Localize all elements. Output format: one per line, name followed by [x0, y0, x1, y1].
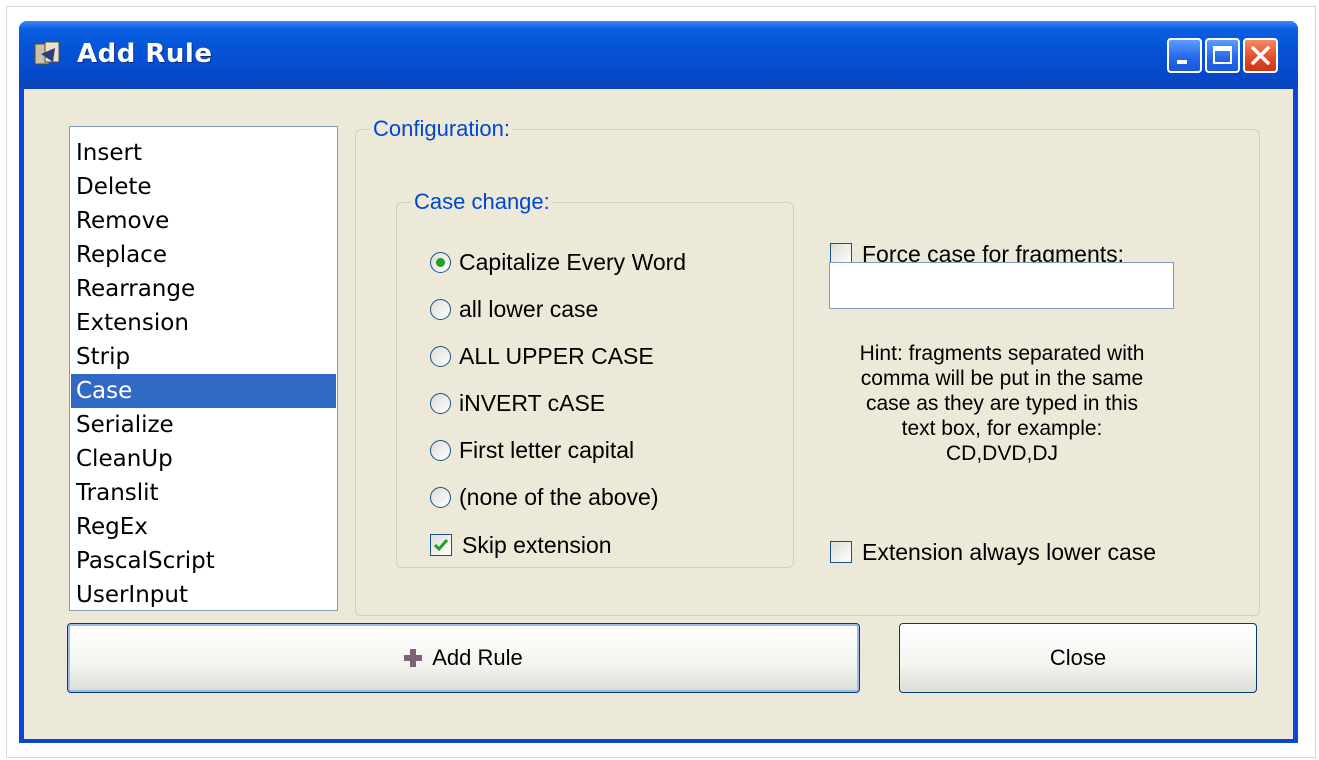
case-option-label: iNVERT cASE: [459, 389, 606, 416]
case-option-label: ALL UPPER CASE: [459, 342, 654, 369]
list-item-case[interactable]: Case: [71, 374, 336, 408]
case-option-row[interactable]: First letter capital: [430, 435, 634, 465]
hint-line: text box, for example:: [901, 417, 1103, 440]
add-rule-window: Add Rule Insert Delete Remove Replace Rearra…: [19, 21, 1298, 743]
list-item-cleanup[interactable]: CleanUp: [71, 442, 336, 476]
radio-button[interactable]: [430, 486, 451, 508]
minimize-button[interactable]: [1167, 38, 1202, 73]
radio-dot-icon: [436, 257, 445, 267]
radio-button[interactable]: [430, 392, 451, 414]
list-item-regex[interactable]: RegEx: [71, 510, 336, 544]
close-window-button[interactable]: [1243, 38, 1278, 73]
case-option-label: all lower case: [459, 295, 599, 322]
case-option-label: First letter capital: [459, 436, 635, 463]
list-item-delete[interactable]: Delete: [71, 170, 336, 204]
plus-icon: [404, 649, 423, 667]
window-title: Add Rule: [77, 39, 213, 69]
add-rule-label: Add Rule: [432, 645, 523, 670]
list-item-rearrange[interactable]: Rearrange: [71, 272, 336, 306]
case-change-legend: Case change:: [411, 189, 553, 215]
list-item-userinput[interactable]: UserInput: [71, 578, 336, 612]
close-icon: [1251, 46, 1270, 65]
list-item-strip[interactable]: Strip: [71, 340, 336, 374]
radio-button[interactable]: [430, 298, 451, 320]
case-option-row[interactable]: (none of the above): [430, 482, 658, 512]
list-item-remove[interactable]: Remove: [71, 204, 336, 238]
close-label: Close: [1049, 645, 1107, 670]
extension-lower-label: Extension always lower case: [862, 538, 1157, 565]
close-button[interactable]: Close: [899, 623, 1257, 693]
list-item-serialize[interactable]: Serialize: [71, 408, 336, 442]
case-option-label: (none of the above): [459, 483, 659, 510]
dialog-client-area: Insert Delete Remove Replace Rearrange Extens…: [24, 89, 1293, 739]
hint-line: CD,DVD,DJ: [945, 442, 1058, 465]
hint-text: Hint: fragments separated with comma wil…: [822, 341, 1182, 466]
maximize-button[interactable]: [1205, 38, 1240, 73]
case-option-row[interactable]: Capitalize Every Word: [430, 247, 686, 277]
list-item-replace[interactable]: Replace: [71, 238, 336, 272]
list-item-extension[interactable]: Extension: [71, 306, 336, 340]
title-bar[interactable]: Add Rule: [19, 21, 1298, 89]
skip-extension-label: Skip extension: [462, 531, 612, 558]
list-item-insert[interactable]: Insert: [71, 136, 336, 170]
skip-extension-row[interactable]: Skip extension: [430, 530, 612, 560]
list-item-translit[interactable]: Translit: [71, 476, 336, 510]
hint-line: comma will be put in the same: [860, 367, 1144, 390]
minimize-icon: [1177, 60, 1187, 64]
fragments-input[interactable]: [829, 262, 1174, 309]
case-option-row[interactable]: ALL UPPER CASE: [430, 341, 654, 371]
maximize-icon: [1213, 46, 1232, 64]
configuration-legend: Configuration:: [370, 116, 513, 142]
radio-button[interactable]: [430, 251, 451, 273]
case-option-row[interactable]: all lower case: [430, 294, 598, 324]
list-item-pascalscript[interactable]: PascalScript: [71, 544, 336, 578]
extension-lower-row[interactable]: Extension always lower case: [830, 537, 1156, 567]
checkmark-icon: [433, 539, 449, 552]
radio-button[interactable]: [430, 439, 451, 461]
add-rule-button[interactable]: Add Rule: [67, 623, 860, 693]
case-option-row[interactable]: iNVERT cASE: [430, 388, 605, 418]
skip-extension-checkbox[interactable]: [430, 534, 452, 556]
case-option-label: Capitalize Every Word: [459, 248, 687, 275]
rules-listbox[interactable]: Insert Delete Remove Replace Rearrange Extens…: [69, 126, 338, 611]
app-icon: [34, 41, 60, 65]
hint-line: Hint: fragments separated with: [859, 342, 1145, 365]
hint-line: case as they are typed in this: [866, 392, 1138, 415]
extension-lower-checkbox[interactable]: [830, 541, 852, 563]
radio-button[interactable]: [430, 345, 451, 367]
